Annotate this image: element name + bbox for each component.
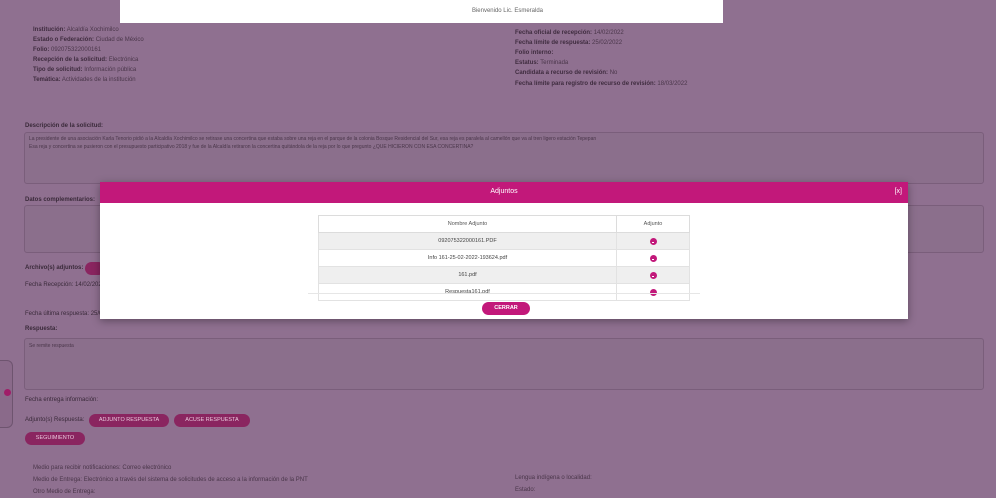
footer-state: Estado: xyxy=(515,487,536,493)
download-icon[interactable] xyxy=(649,254,657,262)
info-reception: Recepción de la solicitud: Electrónica xyxy=(33,57,139,63)
reception-date: Fecha Recepción: 14/02/2022 xyxy=(25,282,106,288)
modal-title: Adjuntos xyxy=(490,188,518,195)
column-header-name: Nombre Adjunto xyxy=(318,215,617,233)
modal-close-button[interactable]: [x] xyxy=(895,188,902,195)
info-status: Estatus: Terminada xyxy=(515,60,569,66)
side-drawer-handle[interactable] xyxy=(0,360,13,428)
attachment-name: Respuesta161.pdf xyxy=(318,283,617,301)
top-bar: Bienvenido Lic. Esmeralda xyxy=(120,0,723,23)
acknowledgment-response-button[interactable]: ACUSE RESPUESTA xyxy=(174,414,250,427)
info-institution: Institución: Alcaldía Xochimilco xyxy=(33,27,119,33)
footer-notifications: Medio para recibir notificaciones: Corre… xyxy=(33,465,172,471)
description-line-2: Esa reja y concertina se pusieron con el… xyxy=(29,144,474,150)
info-review-candidate: Candidata a recurso de revisión: No xyxy=(515,70,618,76)
download-icon[interactable] xyxy=(649,288,657,296)
response-textarea[interactable]: Se remite respuesta xyxy=(24,338,984,390)
response-label: Respuesta: xyxy=(25,326,58,332)
modal-header: Adjuntos [x] xyxy=(100,182,908,203)
download-icon[interactable] xyxy=(649,237,657,245)
modal-divider xyxy=(308,293,700,294)
welcome-text: Bienvenido Lic. Esmeralda xyxy=(471,8,543,14)
attachments-label: Archivo(s) adjuntos: xyxy=(25,265,84,271)
description-line-1: La presidente de una asociación Karla Te… xyxy=(29,136,597,142)
info-type: Tipo de solicitud: Información pública xyxy=(33,67,137,73)
table-row: Info 161-25-02-2022-193624.pdf xyxy=(318,249,690,267)
info-state: Estado o Federación: Ciudad de México xyxy=(33,37,144,43)
info-folio: Folio: 092075322000161 xyxy=(33,47,102,53)
footer-other-medium: Otro Medio de Entrega: xyxy=(33,489,96,495)
description-label: Descripción de la solicitud: xyxy=(25,123,104,129)
info-review-limit: Fecha límite para registro de recurso de… xyxy=(515,81,688,87)
info-topic: Temática: Actividades de la institución xyxy=(33,77,136,83)
side-drawer-dot xyxy=(4,389,11,396)
delivery-label: Fecha entrega información: xyxy=(25,397,99,403)
attachment-response-button[interactable]: ADJUNTO RESPUESTA xyxy=(89,414,169,427)
tracking-button[interactable]: SEGUIMIENTO xyxy=(25,432,85,445)
download-icon[interactable] xyxy=(649,271,657,279)
attachments-modal: Adjuntos [x] Nombre Adjunto Adjunto 0920… xyxy=(100,182,908,319)
attachments-table: Nombre Adjunto Adjunto 092075322000161.P… xyxy=(318,215,690,301)
table-row: 092075322000161.PDF xyxy=(318,232,690,250)
info-official-date: Fecha oficial de recepción: 14/02/2022 xyxy=(515,30,624,36)
table-row: 161.pdf xyxy=(318,266,690,284)
response-attachments-label: Adjunto(s) Respuesta: xyxy=(25,417,85,423)
table-row: Respuesta161.pdf xyxy=(318,283,690,301)
description-textarea[interactable]: La presidente de una asociación Karla Te… xyxy=(24,132,984,184)
column-header-attachment: Adjunto xyxy=(616,215,690,233)
attachment-name: 161.pdf xyxy=(318,266,617,284)
attachment-name: Info 161-25-02-2022-193624.pdf xyxy=(318,249,617,267)
footer-delivery-medium: Medio de Entrega: Electrónico a través d… xyxy=(33,477,308,483)
footer-language: Lengua indígena o localidad: xyxy=(515,475,592,481)
close-button[interactable]: CERRAR xyxy=(482,302,530,315)
info-internal-folio: Folio interno: xyxy=(515,50,554,56)
complementary-label: Datos complementarios: xyxy=(25,197,96,203)
attachment-name: 092075322000161.PDF xyxy=(318,232,617,250)
info-limit-date: Fecha límite de respuesta: 25/02/2022 xyxy=(515,40,623,46)
response-text: Se remite respuesta xyxy=(29,343,74,349)
